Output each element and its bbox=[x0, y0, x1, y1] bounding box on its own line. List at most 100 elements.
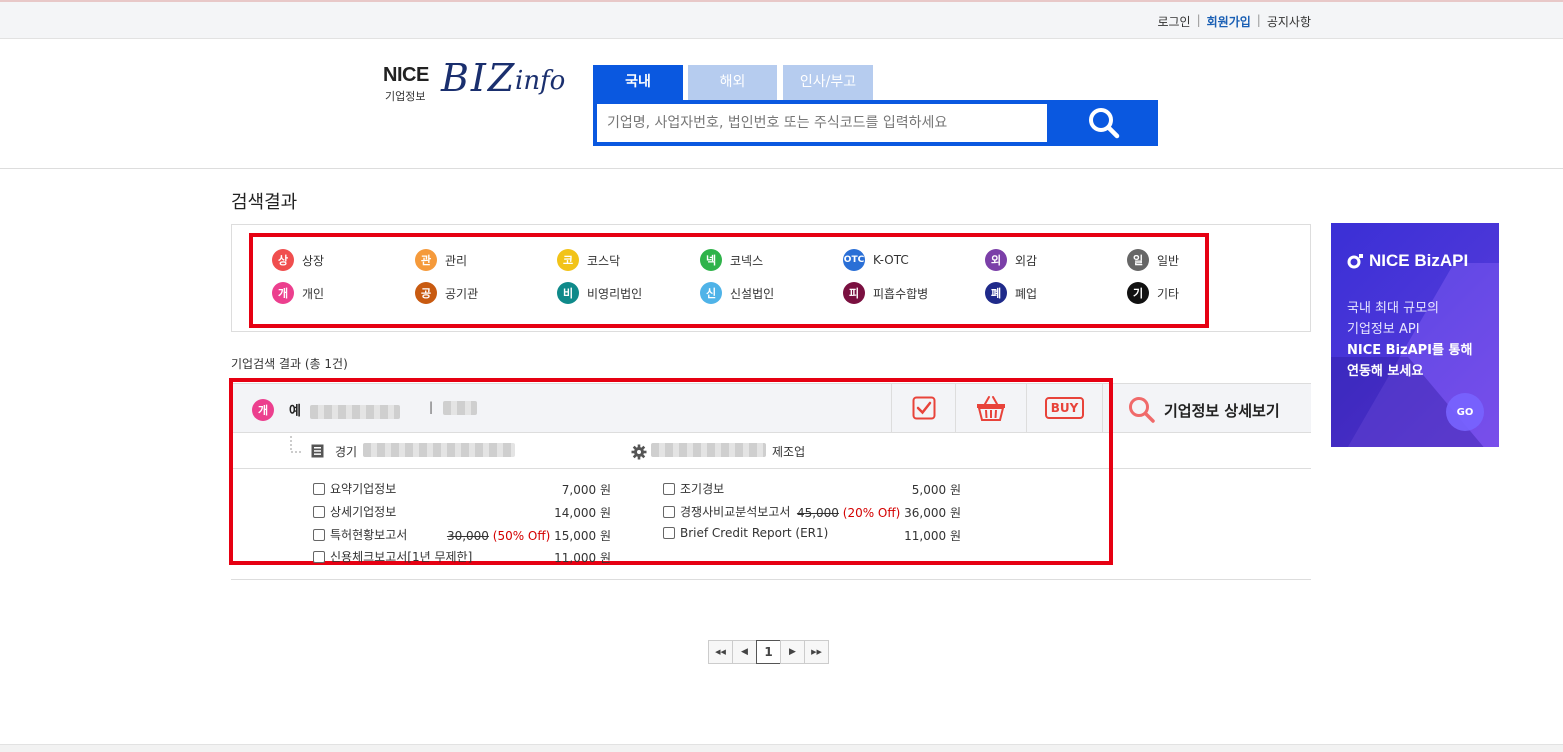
tab-domestic[interactable]: 국내 bbox=[593, 65, 683, 100]
tab-personnel[interactable]: 인사/부고 bbox=[783, 65, 873, 100]
legend-label: 공기관 bbox=[445, 286, 479, 301]
product-price: 11,000 원 bbox=[554, 551, 611, 565]
login-link[interactable]: 로그인 bbox=[1157, 13, 1190, 30]
banner-brand-text: NICE BizAPI bbox=[1369, 251, 1469, 270]
legend-item: 넥 코넥스 bbox=[700, 249, 763, 271]
legend-badge: 공 bbox=[415, 282, 437, 304]
bizapi-banner[interactable]: NICE BizAPI 국내 최대 규모의 기업정보 API NICE BizA… bbox=[1331, 223, 1499, 447]
legend-badge: 기 bbox=[1127, 282, 1149, 304]
legend-item: OTC K-OTC bbox=[843, 249, 909, 271]
next-page-button[interactable]: ▶ bbox=[780, 640, 805, 664]
banner-brand: NICE BizAPI bbox=[1347, 251, 1468, 271]
product-item[interactable]: 상세기업정보 bbox=[313, 503, 396, 520]
current-page[interactable]: 1 bbox=[756, 640, 781, 664]
company-detail-link[interactable]: 기업정보 상세보기 bbox=[1128, 396, 1280, 424]
legend-label: 외감 bbox=[1015, 253, 1038, 268]
magnifier-icon bbox=[1129, 397, 1155, 423]
search-input[interactable] bbox=[597, 104, 1047, 142]
legend-label: 비영리법인 bbox=[587, 286, 643, 301]
product-checkbox[interactable] bbox=[313, 505, 325, 518]
legend-badge: 신 bbox=[700, 282, 722, 304]
legend-badge: 비 bbox=[557, 282, 579, 304]
product-item[interactable]: Brief Credit Report (ER1) bbox=[663, 526, 828, 540]
product-list: 요약기업정보 7,000 원 상세기업정보 14,000 원 특허현황보고서 3… bbox=[231, 470, 1311, 580]
legend-label: 피흡수합병 bbox=[873, 286, 929, 301]
notice-link[interactable]: 공지사항 bbox=[1267, 13, 1311, 30]
product-price: 5,000 원 bbox=[911, 483, 961, 497]
product-name: 요약기업정보 bbox=[330, 482, 397, 496]
product-price: 7,000 원 bbox=[561, 483, 611, 497]
legend-badge: 개 bbox=[272, 282, 294, 304]
legend-item: 외 외감 bbox=[985, 249, 1037, 271]
legend-item: 공 공기관 bbox=[415, 282, 478, 304]
product-name: 특허현황보고서 bbox=[330, 528, 408, 542]
legend-label: 신설법인 bbox=[730, 286, 775, 301]
product-item[interactable]: 특허현황보고서 bbox=[313, 526, 407, 543]
detail-label: 기업정보 상세보기 bbox=[1164, 401, 1280, 420]
site-logo[interactable]: NICE 기업정보 BIZ info bbox=[383, 56, 573, 110]
search-button[interactable] bbox=[1049, 100, 1158, 146]
pagination: ◀◀ ◀ 1 ▶ ▶▶ bbox=[708, 640, 829, 664]
legend-item: 신 신설법인 bbox=[700, 282, 774, 304]
product-checkbox[interactable] bbox=[313, 482, 325, 495]
product-price: 36,000 원 bbox=[904, 506, 961, 520]
footer-strip bbox=[0, 744, 1563, 752]
product-name: 상세기업정보 bbox=[330, 505, 397, 519]
banner-line: 기업정보 API bbox=[1347, 322, 1420, 337]
legend-label: 개인 bbox=[302, 286, 325, 301]
legend-label: 폐업 bbox=[1015, 286, 1038, 301]
legend-label: 코넥스 bbox=[730, 253, 764, 268]
logo-biz: BIZ bbox=[441, 56, 517, 100]
legend-item: 비 비영리법인 bbox=[557, 282, 642, 304]
banner-line: NICE BizAPI를 통해 bbox=[1347, 343, 1473, 358]
legend-item: 일 일반 bbox=[1127, 249, 1179, 271]
last-page-button[interactable]: ▶▶ bbox=[804, 640, 829, 664]
link-separator: | bbox=[1256, 13, 1261, 27]
legend-label: 일반 bbox=[1157, 253, 1180, 268]
search-icon bbox=[1088, 108, 1119, 139]
product-item[interactable]: 조기경보 bbox=[663, 480, 724, 497]
banner-go-button[interactable]: GO bbox=[1446, 393, 1484, 431]
legend-item: 상 상장 bbox=[272, 249, 324, 271]
legend-highlight bbox=[249, 233, 1209, 328]
product-checkbox[interactable] bbox=[663, 527, 675, 539]
legend-badge: 외 bbox=[985, 249, 1007, 271]
legend-item: 피 피흡수합병 bbox=[843, 282, 928, 304]
legend-badge: 관 bbox=[415, 249, 437, 271]
tab-overseas[interactable]: 해외 bbox=[688, 65, 777, 100]
product-item[interactable]: 경쟁사비교분석보고서 bbox=[663, 503, 790, 520]
product-checkbox[interactable] bbox=[663, 505, 675, 518]
discount-label: (50% Off) bbox=[492, 529, 551, 543]
logo-info: info bbox=[515, 66, 566, 96]
product-item[interactable]: 신용체크보고서[1년 무제한] bbox=[313, 548, 472, 565]
legend-badge: 코 bbox=[557, 249, 579, 271]
product-price-group: 30,000 (50% Off) 15,000 원 bbox=[447, 527, 611, 544]
legend-label: 상장 bbox=[302, 253, 325, 268]
result-count: 기업검색 결과 (총 1건) bbox=[231, 357, 348, 371]
product-name: 신용체크보고서[1년 무제한] bbox=[330, 550, 473, 564]
prev-page-button[interactable]: ◀ bbox=[732, 640, 757, 664]
legend-badge: OTC bbox=[843, 249, 865, 271]
top-links: 로그인 | 회원가입 | 공지사항 bbox=[1157, 13, 1311, 30]
legend-badge: 상 bbox=[272, 249, 294, 271]
legend-item: 폐 폐업 bbox=[985, 282, 1037, 304]
discount-label: (20% Off) bbox=[842, 506, 901, 520]
legend-badge: 폐 bbox=[985, 282, 1007, 304]
logo-sub: 기업정보 bbox=[385, 90, 426, 103]
original-price: 45,000 bbox=[796, 506, 839, 520]
join-link[interactable]: 회원가입 bbox=[1207, 13, 1251, 30]
product-name: 조기경보 bbox=[680, 482, 725, 496]
product-item[interactable]: 요약기업정보 bbox=[313, 480, 396, 497]
legend-item: 기 기타 bbox=[1127, 282, 1179, 304]
legend-label: 기타 bbox=[1157, 286, 1180, 301]
product-price: 15,000 원 bbox=[554, 529, 611, 543]
legend-item: 코 코스닥 bbox=[557, 249, 620, 271]
product-checkbox[interactable] bbox=[313, 528, 325, 541]
legend-item: 관 관리 bbox=[415, 249, 467, 271]
first-page-button[interactable]: ◀◀ bbox=[708, 640, 733, 664]
product-checkbox[interactable] bbox=[313, 550, 325, 563]
page-title: 검색결과 bbox=[231, 192, 298, 213]
product-price-group: 45,000 (20% Off) 36,000 원 bbox=[797, 504, 961, 521]
legend-badge: 넥 bbox=[700, 249, 722, 271]
product-checkbox[interactable] bbox=[663, 482, 675, 495]
